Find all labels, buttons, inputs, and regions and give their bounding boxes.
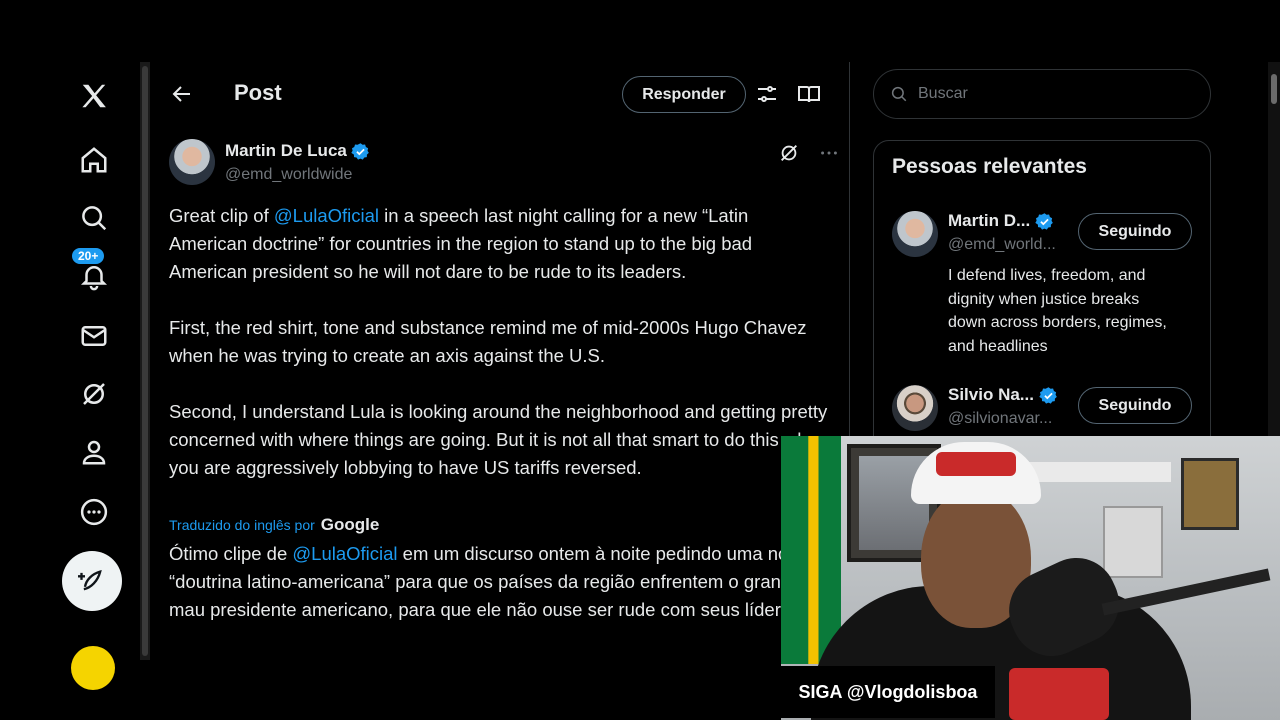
google-logo: Google	[320, 515, 380, 534]
post-paragraph-3: Second, I understand Lula is looking aro…	[169, 401, 829, 478]
translated-text: Ótimo clipe de	[169, 543, 293, 564]
person-name[interactable]: Silvio Na...	[948, 385, 1034, 405]
cap-logo	[936, 452, 1016, 476]
brazil-flag	[781, 436, 841, 664]
translated-body: Ótimo clipe de @LulaOficial em um discur…	[169, 540, 829, 624]
following-button[interactable]: Seguindo	[1078, 387, 1192, 424]
avatar[interactable]	[892, 385, 938, 431]
wall-shelf	[1021, 462, 1171, 482]
more-icon[interactable]	[62, 488, 126, 536]
reply-button[interactable]: Responder	[622, 76, 746, 113]
search-input[interactable]	[918, 85, 1178, 103]
post-paragraph-2: First, the red shirt, tone and substance…	[169, 317, 807, 366]
feather-icon	[78, 569, 102, 591]
person-name[interactable]: Martin D...	[948, 211, 1030, 231]
reader-mode-icon[interactable]	[797, 82, 821, 106]
post-text: Great clip of	[169, 205, 274, 226]
channel-caption: SIGA @Vlogdolisboa	[781, 666, 995, 718]
following-button[interactable]: Seguindo	[1078, 213, 1192, 250]
author-name-row[interactable]: Martin De Luca	[225, 141, 370, 161]
verified-badge-icon	[1035, 212, 1053, 230]
search-box[interactable]	[873, 69, 1211, 119]
mention-link[interactable]: @LulaOficial	[292, 543, 397, 564]
post-header: Post Responder	[150, 62, 849, 126]
mention-link[interactable]: @LulaOficial	[274, 205, 379, 226]
gold-play-button-plaque	[1181, 458, 1239, 530]
person-handle[interactable]: @emd_world...	[948, 236, 1056, 254]
silver-play-button-plaque	[1103, 506, 1163, 578]
more-options-icon[interactable]	[818, 142, 840, 164]
messages-icon[interactable]	[62, 312, 126, 360]
verified-badge-icon	[1039, 386, 1057, 404]
x-logo-icon[interactable]	[62, 72, 126, 120]
verified-badge-icon	[351, 142, 369, 160]
notifications-badge: 20+	[70, 246, 107, 266]
grok-explain-icon[interactable]	[778, 142, 800, 164]
right-scrollbar[interactable]	[1268, 62, 1280, 442]
notifications-icon[interactable]: 20+	[62, 246, 126, 300]
avatar[interactable]	[892, 211, 938, 257]
page-title: Post	[234, 80, 282, 105]
post-body: Great clip of @LulaOficial in a speech l…	[169, 202, 829, 510]
compose-post-button[interactable]	[62, 551, 122, 611]
grok-icon[interactable]	[62, 370, 126, 418]
translation-label[interactable]: Traduzido do inglês por Google	[169, 515, 379, 535]
author-avatar[interactable]	[169, 139, 215, 185]
profile-icon[interactable]	[62, 428, 126, 476]
person-handle[interactable]: @silvionavar...	[948, 410, 1052, 428]
home-icon[interactable]	[62, 136, 126, 184]
account-avatar[interactable]	[71, 646, 115, 690]
person-name-row[interactable]: Silvio Na...	[948, 385, 1058, 405]
left-scrollbar[interactable]	[140, 62, 150, 660]
search-icon[interactable]	[62, 194, 126, 242]
filter-sliders-icon[interactable]	[755, 82, 779, 106]
main-column: Post Responder Martin De Luca @emd_world…	[150, 62, 850, 720]
search-icon	[891, 86, 907, 102]
person-name-row[interactable]: Martin D...	[948, 211, 1054, 231]
author-name[interactable]: Martin De Luca	[225, 141, 347, 161]
author-handle[interactable]: @emd_worldwide	[225, 166, 352, 184]
post-paragraph-1: Great clip of @LulaOficial in a speech l…	[169, 202, 829, 286]
shirt-logo	[1009, 668, 1109, 720]
panel-title: Pessoas relevantes	[892, 155, 1087, 178]
post-actions-top	[778, 142, 840, 164]
translated-by-text: Traduzido do inglês por	[169, 517, 315, 533]
back-arrow-icon[interactable]	[170, 82, 194, 106]
person-bio: I defend lives, freedom, and dignity whe…	[948, 267, 1167, 355]
